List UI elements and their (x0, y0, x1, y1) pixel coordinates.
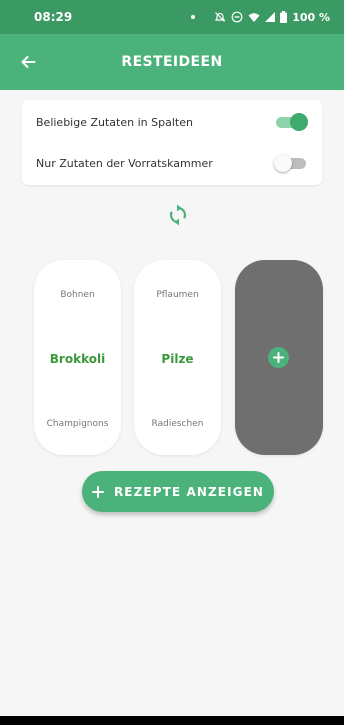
wifi-icon (248, 12, 260, 22)
setting-label: Nur Zutaten der Vorratskammer (36, 156, 213, 170)
ingredient-column-2[interactable]: Pflaumen Pilze Radieschen (134, 260, 221, 455)
any-ingredients-toggle[interactable] (274, 113, 308, 131)
pantry-only-toggle[interactable] (274, 154, 308, 172)
shuffle-button[interactable] (166, 203, 190, 227)
status-bar: 08:29 100 % (0, 0, 344, 34)
plus-circle-icon (268, 347, 289, 368)
add-column-button[interactable] (235, 260, 323, 455)
refresh-icon (169, 204, 187, 226)
arrow-left-icon (21, 56, 36, 68)
next-ingredient: Champignons (46, 419, 109, 429)
battery-level: 100 % (292, 10, 330, 24)
alarm-off-icon (215, 12, 226, 22)
notification-dot-icon (191, 15, 196, 19)
toggle-knob (274, 154, 292, 172)
status-icons: 100 % (191, 11, 330, 24)
settings-card: Beliebige Zutaten in Spalten Nur Zutaten… (22, 100, 322, 185)
next-ingredient: Radieschen (151, 419, 204, 429)
system-nav-bar (0, 716, 344, 725)
toggle-knob (290, 113, 308, 131)
plus-icon (91, 485, 104, 498)
app-bar: RESTEIDEEN (0, 34, 344, 90)
back-button[interactable] (0, 34, 56, 90)
setting-pantry-only: Nur Zutaten der Vorratskammer (22, 143, 322, 183)
battery-icon (280, 11, 288, 23)
do-not-disturb-icon (231, 11, 243, 23)
selected-ingredient: Pilze (161, 352, 194, 366)
previous-ingredient: Pflaumen (156, 290, 199, 300)
setting-label: Beliebige Zutaten in Spalten (36, 115, 193, 129)
status-time: 08:29 (34, 10, 73, 24)
previous-ingredient: Bohnen (60, 290, 95, 300)
setting-any-ingredients: Beliebige Zutaten in Spalten (22, 102, 322, 142)
ingredient-column-1[interactable]: Bohnen Brokkoli Champignons (34, 260, 121, 455)
show-recipes-button[interactable]: REZEPTE ANZEIGEN (82, 471, 274, 512)
signal-icon (265, 12, 276, 22)
selected-ingredient: Brokkoli (49, 352, 106, 366)
show-recipes-label: REZEPTE ANZEIGEN (113, 484, 265, 499)
